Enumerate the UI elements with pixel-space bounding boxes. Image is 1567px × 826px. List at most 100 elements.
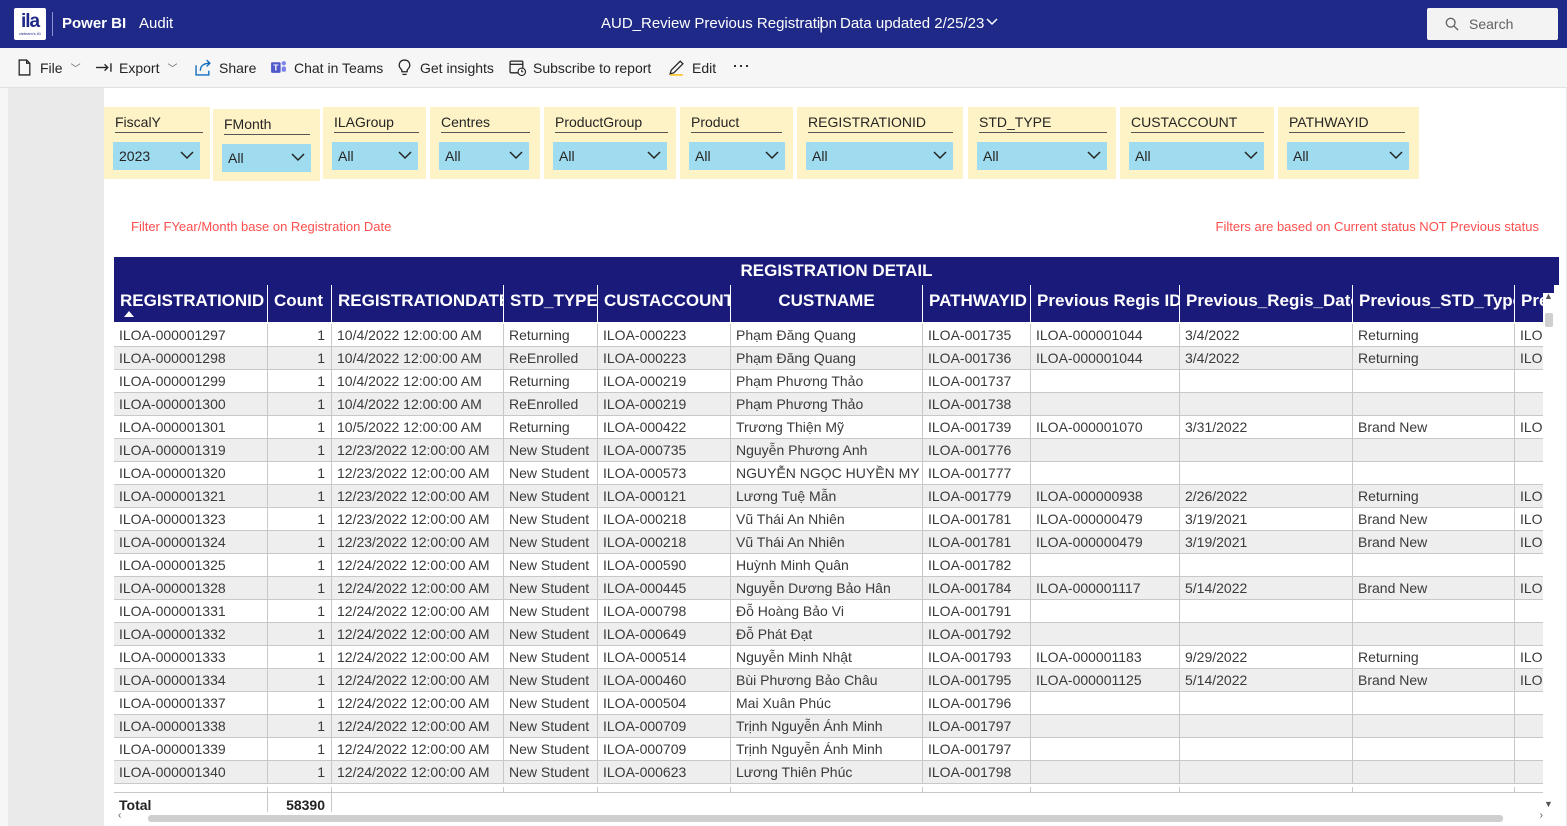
table-row[interactable]: ILOA-000001324 1 12/23/2022 12:00:00 AM New…: [114, 531, 1555, 554]
table-cell: [1031, 692, 1180, 715]
table-cell: ILOA-000514: [598, 646, 731, 669]
table-row[interactable]: ILOA-000001331 1 12/24/2022 12:00:00 AM New…: [114, 600, 1555, 623]
table-row[interactable]: ILOA-000001301 1 10/5/2022 12:00:00 AM Retu…: [114, 416, 1555, 439]
chat-in-teams-button[interactable]: T Chat in Teams: [270, 59, 383, 76]
table-cell: [1180, 462, 1353, 485]
slicer-dropdown[interactable]: All: [1129, 142, 1264, 170]
table-row[interactable]: ILOA-000001325 1 12/24/2022 12:00:00 AM New…: [114, 554, 1555, 577]
table-row[interactable]: ILOA-000001337 1 12/24/2022 12:00:00 AM New…: [114, 692, 1555, 715]
column-header[interactable]: Previous Regis ID: [1031, 285, 1180, 322]
slicer-dropdown[interactable]: All: [222, 144, 311, 172]
table-cell: 9/29/2022: [1180, 646, 1353, 669]
table-row[interactable]: ILOA-000001320 1 12/23/2022 12:00:00 AM New…: [114, 462, 1555, 485]
slicer-dropdown[interactable]: All: [332, 142, 418, 170]
column-header[interactable]: REGISTRATIONDATE: [332, 285, 504, 322]
table-cell: 10/5/2022 12:00:00 AM: [332, 416, 504, 439]
registration-detail-table: REGISTRATION DETAIL REGISTRATIONID Count R…: [114, 257, 1559, 817]
table-row[interactable]: ILOA-000001299 1 10/4/2022 12:00:00 AM Retu…: [114, 370, 1555, 393]
subscribe-button[interactable]: Subscribe to report: [509, 59, 651, 76]
app-name[interactable]: Power BI: [62, 15, 126, 32]
vertical-scrollbar[interactable]: ▲ ▼: [1543, 291, 1555, 809]
column-header[interactable]: REGISTRATIONID: [114, 285, 268, 322]
slicer-dropdown[interactable]: All: [1287, 142, 1409, 170]
slicer-dropdown[interactable]: All: [553, 142, 667, 170]
table-cell: 1: [268, 393, 332, 416]
export-label: Export: [119, 59, 160, 76]
table-title: REGISTRATION DETAIL: [114, 257, 1559, 285]
share-button[interactable]: Share: [195, 59, 256, 76]
table-cell: ILOA-000001183: [1031, 646, 1180, 669]
scroll-left-icon[interactable]: ‹: [118, 810, 121, 821]
table-row[interactable]: ILOA-000001300 1 10/4/2022 12:00:00 AM ReEn…: [114, 393, 1555, 416]
table-cell: 12/24/2022 12:00:00 AM: [332, 554, 504, 577]
table-row[interactable]: ILOA-000001328 1 12/24/2022 12:00:00 AM New…: [114, 577, 1555, 600]
table-row[interactable]: ILOA-000001321 1 12/23/2022 12:00:00 AM New…: [114, 485, 1555, 508]
table-row[interactable]: ILOA-000001340 1 12/24/2022 12:00:00 AM New…: [114, 761, 1555, 784]
table-cell: 1: [268, 347, 332, 370]
workspace-name[interactable]: Audit: [139, 15, 173, 32]
column-header[interactable]: CUSTNAME: [731, 285, 923, 322]
table-row[interactable]: ILOA-000001339 1 12/24/2022 12:00:00 AM New…: [114, 738, 1555, 761]
table-cell: ILOA-000001338: [114, 715, 268, 738]
table-row[interactable]: ILOA-000001332 1 12/24/2022 12:00:00 AM New…: [114, 623, 1555, 646]
table-cell: [1031, 761, 1180, 784]
table-cell: ILOA-001782: [923, 554, 1031, 577]
column-header[interactable]: PATHWAYID: [923, 285, 1031, 322]
scroll-up-icon[interactable]: ▲: [1544, 291, 1553, 301]
search-box[interactable]: Search: [1427, 8, 1558, 40]
slicer-registrationid: REGISTRATIONID All: [797, 107, 963, 179]
table-row[interactable]: ILOA-000001298 1 10/4/2022 12:00:00 AM ReEn…: [114, 347, 1555, 370]
column-header[interactable]: STD_TYPE: [504, 285, 598, 322]
slicer-label: Centres: [441, 114, 530, 133]
table-row[interactable]: ILOA-000001338 1 12/24/2022 12:00:00 AM New…: [114, 715, 1555, 738]
chevron-down-icon: [398, 151, 412, 160]
get-insights-button[interactable]: Get insights: [396, 59, 494, 76]
table-cell: 1: [268, 439, 332, 462]
slicer-dropdown[interactable]: All: [439, 142, 529, 170]
table-cell: 3/19/2021: [1180, 531, 1353, 554]
column-header[interactable]: Previous_STD_Type: [1353, 285, 1515, 322]
data-updated-label[interactable]: Data updated 2/25/23: [840, 15, 984, 32]
table-cell: ILOA-001781: [923, 531, 1031, 554]
column-header[interactable]: Previous_Regis_Date: [1180, 285, 1353, 322]
scroll-right-icon[interactable]: ›: [1540, 810, 1543, 821]
table-cell: 12/23/2022 12:00:00 AM: [332, 439, 504, 462]
horizontal-scrollbar[interactable]: ‹ ›: [118, 810, 1543, 824]
table-cell: ILOA-000001331: [114, 600, 268, 623]
table-cell: [1031, 439, 1180, 462]
table-cell: ILOA-000001339: [114, 738, 268, 761]
table-cell: ILOA-000218: [598, 531, 731, 554]
vertical-scroll-thumb[interactable]: [1545, 313, 1553, 327]
subscribe-icon: [509, 60, 526, 76]
table-cell: Brand New: [1353, 577, 1515, 600]
table-cell: ILOA-000001325: [114, 554, 268, 577]
slicer-dropdown[interactable]: 2023: [113, 142, 200, 170]
chevron-down-icon[interactable]: [986, 14, 998, 29]
horizontal-scroll-thumb[interactable]: [148, 815, 1503, 822]
column-header[interactable]: CUSTACCOUNT: [598, 285, 731, 322]
slicer-value: All: [559, 148, 575, 164]
slicer-dropdown[interactable]: All: [977, 142, 1107, 170]
table-cell: 12/24/2022 12:00:00 AM: [332, 646, 504, 669]
table-row[interactable]: ILOA-000001334 1 12/24/2022 12:00:00 AM New…: [114, 669, 1555, 692]
export-menu-button[interactable]: Export ﹀: [95, 59, 177, 76]
more-options-button[interactable]: ⋯: [732, 56, 750, 77]
table-row[interactable]: ILOA-000001297 1 10/4/2022 12:00:00 AM Retu…: [114, 324, 1555, 347]
table-cell: 1: [268, 669, 332, 692]
table-cell: ILOA-001798: [923, 761, 1031, 784]
table-cell: ILOA-001797: [923, 715, 1031, 738]
table-cell: ILOA-000001301: [114, 416, 268, 439]
table-cell: ILOA-000121: [598, 485, 731, 508]
table-cell: 12/24/2022 12:00:00 AM: [332, 761, 504, 784]
slicer-dropdown[interactable]: All: [806, 142, 953, 170]
scroll-down-icon[interactable]: ▼: [1544, 799, 1553, 809]
ila-logo[interactable]: ila vietnam's #1: [14, 8, 46, 40]
column-header[interactable]: Count: [268, 285, 332, 322]
table-cell: ILOA-001784: [923, 577, 1031, 600]
file-menu-button[interactable]: File ﹀: [16, 59, 81, 76]
edit-button[interactable]: Edit: [668, 59, 716, 76]
slicer-dropdown[interactable]: All: [689, 142, 785, 170]
table-row[interactable]: ILOA-000001323 1 12/23/2022 12:00:00 AM New…: [114, 508, 1555, 531]
table-row[interactable]: ILOA-000001319 1 12/23/2022 12:00:00 AM New…: [114, 439, 1555, 462]
table-row[interactable]: ILOA-000001333 1 12/24/2022 12:00:00 AM New…: [114, 646, 1555, 669]
